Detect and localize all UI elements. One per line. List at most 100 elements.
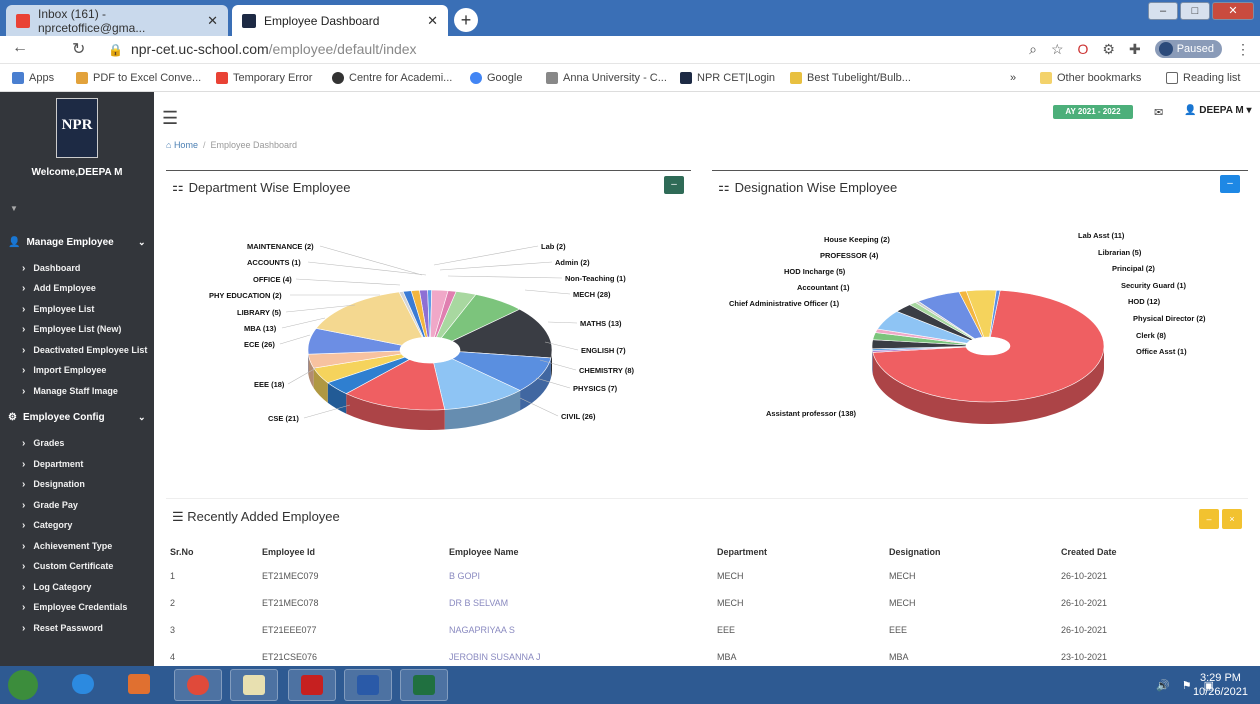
sidebar-item-grade-pay[interactable]: Grade Pay [22,500,78,511]
bookmark-icon [680,72,692,84]
windows-taskbar: 🔊 ⚑ ▣ 3:29 PM 10/26/2021 [0,666,1260,704]
back-icon[interactable]: ← [12,39,28,57]
volume-icon[interactable]: 🔊 [1156,679,1170,692]
sidebar-item-employee-list-new[interactable]: Employee List (New) [22,324,121,335]
sidebar-item-grades[interactable]: Grades [22,438,64,449]
start-button[interactable] [8,670,38,700]
sidebar-item-employee-list[interactable]: Employee List [22,304,94,315]
url-field[interactable]: 🔒 npr-cet.uc-school.com/employee/default/… [108,41,417,57]
sidebar-item-employee-credentials[interactable]: Employee Credentials [22,602,127,613]
bookmark-centre-academic[interactable]: Centre for Academi... [332,72,452,84]
column-header[interactable]: Designation [889,542,1061,562]
bookmark-google[interactable]: Google [470,72,522,84]
dept-label-non-teaching: Non-Teaching (1) [565,274,626,283]
sidebar-item-log-category[interactable]: Log Category [22,582,91,593]
sidebar-item-dashboard[interactable]: Dashboard [22,263,80,274]
desig-label-accountant: Accountant (1) [797,283,850,292]
sidebar-toggle-icon[interactable]: ▼ [10,204,18,213]
desig-label-clerk: Clerk (8) [1136,331,1167,340]
bookmark-temporary-error[interactable]: Temporary Error [216,72,312,84]
minimize-button[interactable]: – [1148,2,1178,20]
profile-button[interactable]: Paused [1154,40,1222,58]
column-header[interactable]: Created Date [1061,542,1181,562]
puzzle-icon[interactable]: ✚ [1129,41,1141,58]
close-window-button[interactable]: ✕ [1212,2,1254,20]
dept-label-admin: Admin (2) [555,258,590,267]
dept-label-maintenance: MAINTENANCE (2) [247,242,314,251]
panel-divider [712,170,1248,171]
bookmark-tubelight[interactable]: Best Tubelight/Bulb... [790,72,911,84]
excel-icon[interactable] [400,669,448,701]
sidebar-item-deactivated-list[interactable]: Deactivated Employee List [22,345,147,356]
ie-icon[interactable] [60,669,108,701]
menu-icon[interactable]: ⋮ [1236,41,1250,58]
star-icon[interactable]: ☆ [1051,41,1064,58]
designation-panel-toggle-button[interactable]: – [1220,175,1240,193]
sidebar-section-employee-config[interactable]: ⚙ Employee Config ⌄ [8,412,154,423]
breadcrumb-home[interactable]: Home [174,140,198,150]
close-icon[interactable]: ✕ [207,13,218,29]
cell-sr: 2 [170,597,176,608]
desig-label-principal: Principal (2) [1112,264,1155,273]
chrome-icon[interactable] [174,669,222,701]
bookmark-other[interactable]: Other bookmarks [1040,72,1141,84]
tab-inbox[interactable]: Inbox (161) - nprcetoffice@gma... ✕ [6,5,228,36]
department-panel-title: ⚏ Department Wise Employee [172,179,351,195]
opera-icon[interactable]: O [1078,41,1089,57]
bookmark-pdf-excel[interactable]: PDF to Excel Conve... [76,72,201,84]
cell-department: EEE [717,624,736,635]
extension-icon[interactable]: ⚙ [1102,41,1115,58]
department-panel-toggle-button[interactable]: – [664,176,684,194]
bookmark-anna-university[interactable]: Anna University - C... [546,72,667,84]
taskbar-clock[interactable]: 3:29 PM 10/26/2021 [1193,671,1248,699]
site-favicon-icon [242,13,256,28]
pdf-reader-icon[interactable] [288,669,336,701]
sidebar-item-manage-staff-image[interactable]: Manage Staff Image [22,386,118,397]
sidebar-item-reset-password[interactable]: Reset Password [22,623,103,634]
flag-icon[interactable]: ⚑ [1182,679,1192,692]
sidebar-item-category[interactable]: Category [22,520,72,531]
desig-label-librarian: Librarian (5) [1098,248,1142,257]
new-tab-button[interactable]: + [454,8,478,32]
sidebar-item-designation[interactable]: Designation [22,479,85,490]
dept-label-library: LIBRARY (5) [237,308,282,317]
cell-employee-name[interactable]: NAGAPRIYAA S [449,616,717,643]
college-logo: NPR [56,98,98,158]
media-player-icon[interactable] [116,669,164,701]
sidebar-item-custom-certificate[interactable]: Custom Certificate [22,561,113,572]
bookmark-reading-list[interactable]: Reading list [1166,72,1240,84]
column-header[interactable]: Employee Name [449,542,717,562]
bookmark-npr-login[interactable]: NPR CET|Login [680,72,775,84]
column-header[interactable]: Employee Id [262,542,449,562]
cell-employee-name[interactable]: B GOPI [449,562,717,589]
notepad-icon[interactable] [230,669,278,701]
sidebar-item-import-employee[interactable]: Import Employee [22,365,106,376]
more-bookmarks-icon[interactable]: » [1010,72,1016,84]
bookmark-apps[interactable]: Apps [12,72,54,84]
reload-icon[interactable]: ↻ [72,39,85,59]
cell-sr: 1 [170,570,176,581]
mail-icon[interactable]: ✉ [1154,106,1163,119]
maximize-button[interactable]: □ [1180,2,1210,20]
word-icon[interactable] [344,669,392,701]
sidebar-section-manage-employee[interactable]: 👤 Manage Employee ⌄ [8,237,154,248]
sidebar-item-add-employee[interactable]: Add Employee [22,283,96,294]
zoom-icon[interactable]: ⌕ [1029,41,1037,58]
column-header[interactable]: Sr.No [170,542,262,562]
sidebar-item-achievement-type[interactable]: Achievement Type [22,541,112,552]
close-icon[interactable]: ✕ [427,13,438,29]
reading-list-icon [1166,72,1178,84]
designation-panel-title: ⚏ Designation Wise Employee [718,179,897,195]
hamburger-menu-icon[interactable]: ☰ [162,108,178,129]
column-header[interactable]: Department [717,542,889,562]
user-menu[interactable]: 👤 DEEPA M ▾ [1184,105,1252,116]
cell-employee-name[interactable]: DR B SELVAM [449,589,717,616]
close-panel-button[interactable]: × [1222,509,1242,529]
clock-date: 10/26/2021 [1192,686,1248,698]
desig-label-chief-admin-officer: Chief Administrative Officer (1) [729,299,840,308]
sidebar-item-department[interactable]: Department [22,459,83,470]
user-icon: 👤 [8,237,21,248]
academic-year-badge[interactable]: AY 2021 - 2022 [1053,105,1133,119]
tab-employee-dashboard[interactable]: Employee Dashboard ✕ [232,5,448,36]
collapse-button[interactable]: – [1199,509,1219,529]
